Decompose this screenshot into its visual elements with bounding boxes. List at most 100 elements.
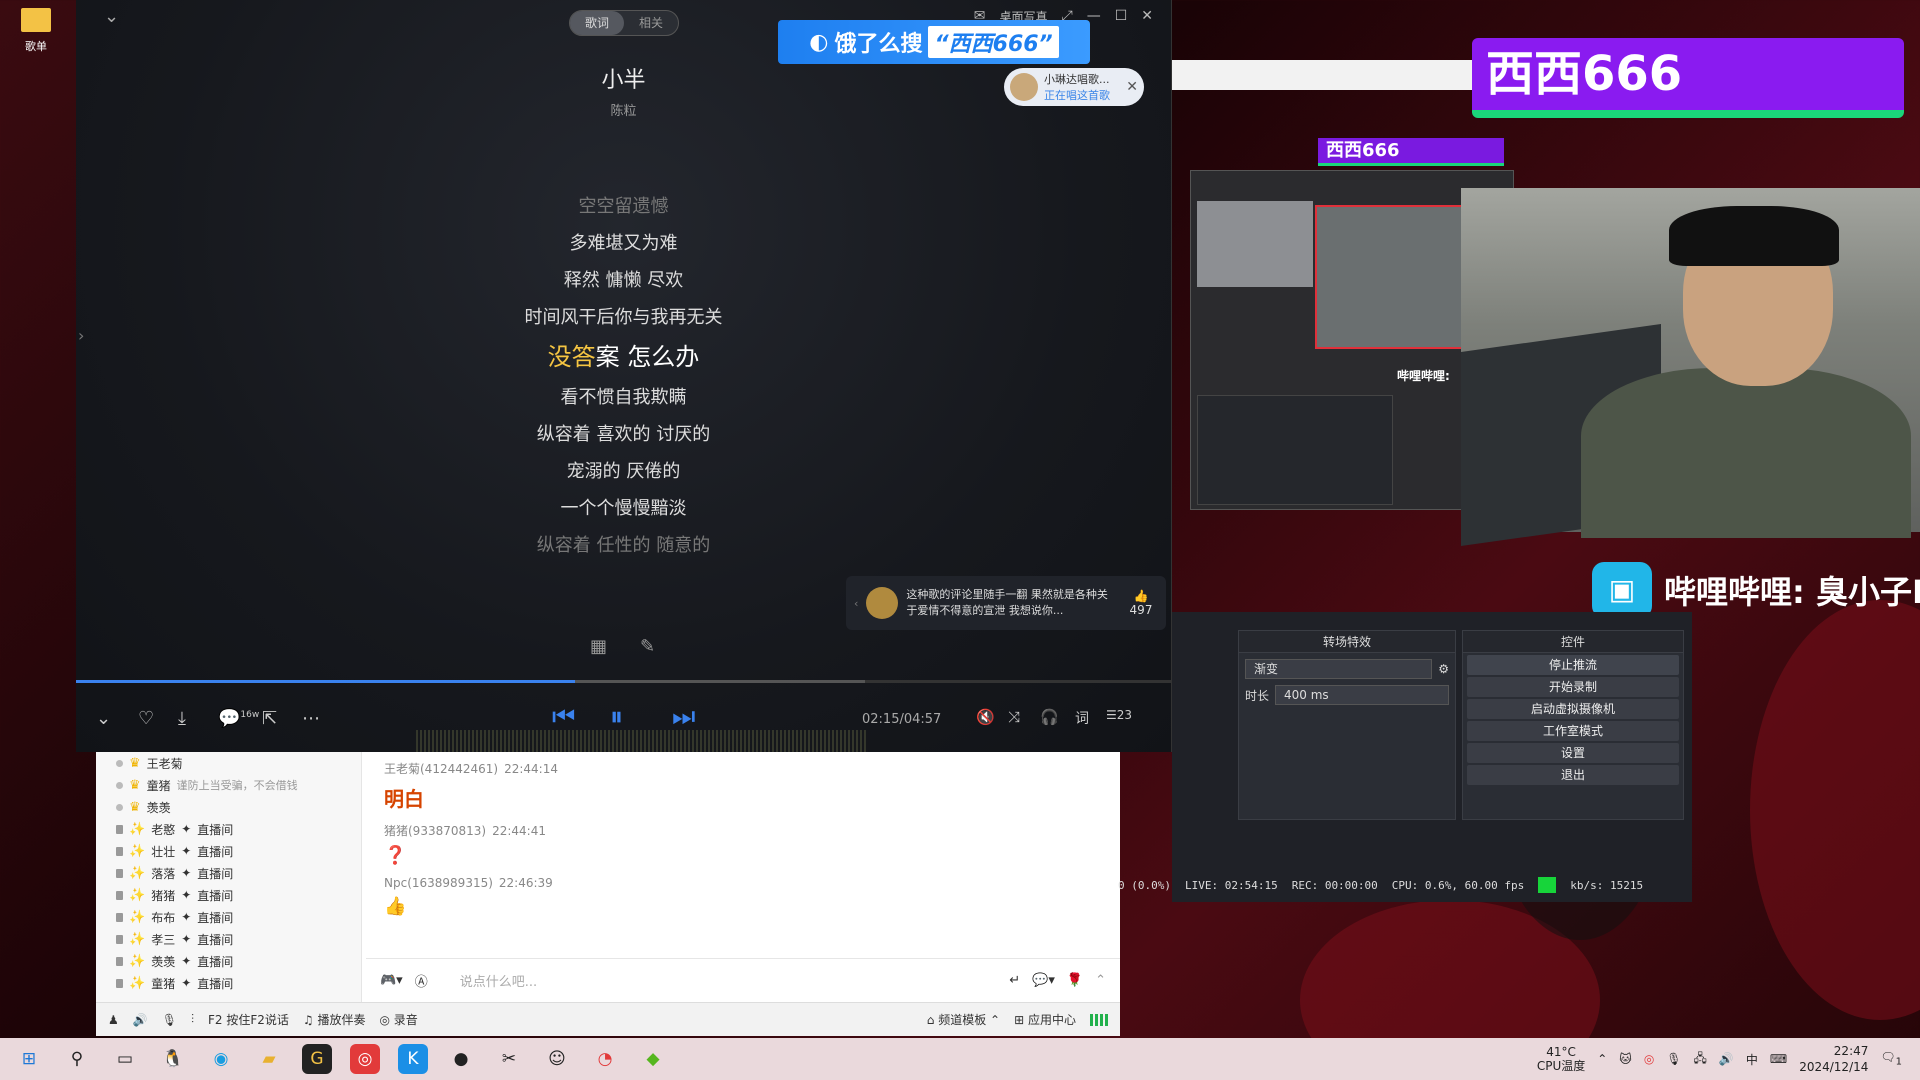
share-icon[interactable]: ⇱ — [262, 708, 277, 729]
heart-icon[interactable]: ♡ — [138, 708, 154, 729]
volume-mute-icon[interactable]: 🔇 — [976, 708, 995, 726]
obs-control-button[interactable]: 设置 — [1467, 743, 1679, 763]
user-list-item[interactable]: ✨ 猪猪 ✦ 直播间 — [96, 884, 361, 906]
microphone-icon[interactable]: 🎙 — [1666, 1052, 1681, 1066]
weibo-icon[interactable]: ◔ — [590, 1044, 620, 1074]
notification-icon[interactable]: 🗨1 — [1880, 1050, 1902, 1067]
lyric-line[interactable]: 纵容着 任性的 随意的 — [76, 527, 1171, 564]
download-icon[interactable]: ⤓ — [178, 708, 186, 729]
volume-icon[interactable]: 🔊 — [1719, 1052, 1734, 1066]
gamepad-icon[interactable]: 🎮▾ — [380, 973, 403, 988]
close-icon[interactable]: ✕ — [1141, 8, 1153, 25]
channel-template-button[interactable]: ⌂ 频道模板 ⌃ — [927, 1011, 1000, 1028]
lyric-line[interactable]: 纵容着 喜欢的 讨厌的 — [76, 416, 1171, 453]
netease-music-icon[interactable]: ◎ — [350, 1044, 380, 1074]
enter-icon[interactable]: ↵ — [1009, 973, 1020, 988]
obs-control-button[interactable]: 退出 — [1467, 765, 1679, 785]
yy-icon[interactable]: ☺ — [542, 1044, 572, 1074]
ad-banner[interactable]: ◐ 饿了么搜 “西西666” — [778, 20, 1090, 64]
ime-indicator[interactable]: 中 — [1746, 1051, 1758, 1068]
tab-lyrics[interactable]: 歌词 — [570, 11, 624, 35]
close-pill-icon[interactable]: ✕ — [1126, 79, 1138, 95]
keyboard-icon[interactable]: ⌨ — [1770, 1052, 1787, 1066]
transition-select[interactable]: 渐变 — [1245, 659, 1433, 679]
chevron-up-icon[interactable]: ⌃ — [1597, 1052, 1607, 1066]
chevron-down-icon[interactable]: ⌄ — [96, 708, 111, 729]
accompany-button[interactable]: ♫ 播放伴奏 — [303, 1011, 366, 1028]
record-button[interactable]: ◎ 录音 — [379, 1011, 417, 1028]
maximize-icon[interactable]: ☐ — [1115, 8, 1128, 25]
gear-icon[interactable]: ⚙ — [1438, 662, 1449, 676]
qq-icon[interactable]: 🐧 — [158, 1044, 188, 1074]
obs-control-button[interactable]: 停止推流 — [1467, 655, 1679, 675]
tab-related[interactable]: 相关 — [624, 11, 678, 35]
capcut-icon[interactable]: ✂ — [494, 1044, 524, 1074]
app-green-icon[interactable]: ◆ — [638, 1044, 668, 1074]
lyrics-toggle[interactable]: 词 — [1075, 708, 1089, 728]
obs-control-button[interactable]: 开始录制 — [1467, 677, 1679, 697]
lyric-line[interactable]: 释然 慵懒 尽欢 — [76, 262, 1171, 299]
flower-icon[interactable]: 🌹 — [1067, 973, 1083, 988]
f2-talk-button[interactable]: F2 按住F2说话 — [208, 1011, 289, 1028]
search-icon[interactable]: ⚲ — [62, 1044, 92, 1074]
user-list-item[interactable]: ✨ 落落 ✦ 直播间 — [96, 862, 361, 884]
mixer-icon[interactable]: ⫶ — [191, 1012, 194, 1027]
app-g-icon[interactable]: G — [302, 1044, 332, 1074]
obs-icon[interactable]: ● — [446, 1044, 476, 1074]
edge-icon[interactable]: ◉ — [206, 1044, 236, 1074]
pause-icon[interactable]: ⏸ — [610, 702, 623, 733]
kugou-icon[interactable]: K — [398, 1044, 428, 1074]
message-author[interactable]: 王老菊(412442461) — [384, 762, 498, 776]
obs-control-button[interactable]: 启动虚拟摄像机 — [1467, 699, 1679, 719]
user-list-item[interactable]: ✨ 老憨 ✦ 直播间 — [96, 818, 361, 840]
song-artist[interactable]: 陈粒 — [76, 100, 1171, 119]
windows-start-icon[interactable]: ⊞ — [14, 1044, 44, 1074]
translate-icon[interactable]: Ⓐ — [415, 971, 428, 990]
user-list-item[interactable]: ♛ 王老菊 — [96, 752, 361, 774]
desktop-folder[interactable]: 歌单 — [6, 8, 66, 54]
user-list-item[interactable]: ✨ 壮壮 ✦ 直播间 — [96, 840, 361, 862]
lyric-line[interactable]: 看不惯自我欺瞒 — [76, 379, 1171, 416]
user-list-item[interactable]: ✨ 童猪 ✦ 直播间 — [96, 972, 361, 994]
speaker-icon[interactable]: 🔊 — [133, 1013, 148, 1027]
file-explorer-icon[interactable]: ▰ — [254, 1044, 284, 1074]
video-icon[interactable]: ▦ — [590, 636, 607, 657]
user-list-item[interactable]: ✨ 羡羡 ✦ 直播间 — [96, 950, 361, 972]
lyric-line[interactable]: 空空留遗憾 — [76, 188, 1171, 225]
more-icon[interactable]: ⋯ — [302, 708, 320, 729]
message-author[interactable]: Npc(1638989315) — [384, 876, 493, 890]
user-list-item[interactable]: ♛ 羡羡 — [96, 796, 361, 818]
previous-track-icon[interactable]: ⏮ — [552, 702, 575, 733]
app-center-button[interactable]: ⊞ 应用中心 — [1014, 1011, 1076, 1028]
lyric-line[interactable]: 一个个慢慢黯淡 — [76, 490, 1171, 527]
playlist-queue[interactable]: ☰23 — [1106, 708, 1132, 722]
obs-control-button[interactable]: 工作室模式 — [1467, 721, 1679, 741]
shuffle-icon[interactable]: ⤨ — [1008, 708, 1020, 726]
user-list-item[interactable]: ✨ 孝三 ✦ 直播间 — [96, 928, 361, 950]
lyric-line[interactable]: 时间风干后你与我再无关 — [76, 299, 1171, 336]
tray-netease-icon[interactable]: ◎ — [1644, 1052, 1654, 1066]
user-list-item[interactable]: ✨ 布布 ✦ 直播间 — [96, 906, 361, 928]
progress-bar[interactable] — [76, 680, 1172, 683]
mic-icon[interactable]: ✎ — [640, 636, 655, 657]
tray-app-icon[interactable]: 🐱 — [1619, 1052, 1632, 1066]
lyric-line-current[interactable]: 没答案 怎么办 — [76, 336, 1171, 379]
headphones-icon[interactable]: 🎧 — [1040, 708, 1059, 726]
cpu-temp[interactable]: 41°C CPU温度 — [1537, 1045, 1585, 1073]
comment-icon[interactable]: 💬16w — [218, 708, 259, 729]
user-list-item[interactable]: ♛ 童猪 谨防上当受骗，不会借钱 — [96, 774, 361, 796]
lyric-line[interactable]: 宠溺的 厌倦的 — [76, 453, 1171, 490]
hot-comment[interactable]: ‹ 这种歌的评论里随手一翻 果然就是各种关于爱情不得意的宣泄 我想说你... 👍… — [846, 576, 1166, 630]
listening-pill[interactable]: 小琳达唱歌... 正在唱这首歌 ✕ — [1004, 68, 1144, 106]
network-icon[interactable]: 🖧 — [1694, 1049, 1707, 1070]
comment-likes[interactable]: 👍 497 — [1124, 589, 1158, 617]
next-track-icon[interactable]: ⏭ — [672, 702, 695, 733]
user-icon[interactable]: ♟ — [108, 1013, 119, 1027]
lyric-line[interactable]: 多难堪又为难 — [76, 225, 1171, 262]
emoji-icon[interactable]: 💬▾ — [1032, 973, 1055, 988]
chat-input[interactable]: 说点什么吧... — [440, 971, 998, 990]
message-author[interactable]: 猪猪(933870813) — [384, 824, 486, 838]
chevron-up-icon[interactable]: ⌃ — [1095, 973, 1106, 988]
duration-input[interactable]: 400 ms — [1275, 685, 1449, 705]
collapse-player-icon[interactable]: ⌄ — [104, 6, 119, 27]
